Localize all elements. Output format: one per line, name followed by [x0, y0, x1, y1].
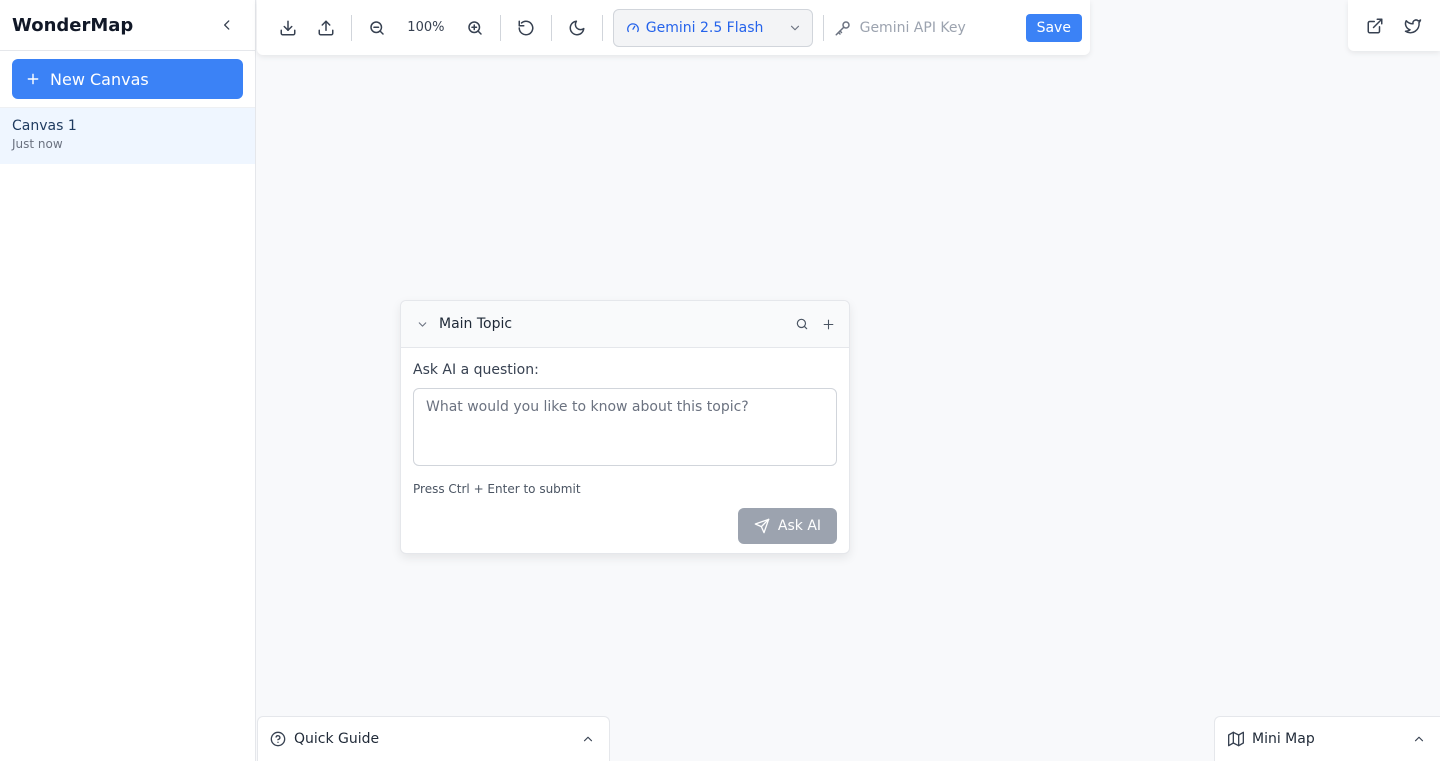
api-key-input[interactable] — [859, 12, 1020, 43]
toolbar-divider — [550, 14, 552, 41]
zoom-in-button[interactable] — [461, 14, 489, 42]
sidebar-header: WonderMap — [0, 0, 255, 51]
gauge-icon — [626, 22, 639, 32]
ask-ai-button[interactable]: Ask AI — [738, 508, 837, 544]
save-api-key-button[interactable]: Save — [1025, 13, 1082, 42]
ask-ai-label-text: Ask AI — [777, 518, 822, 534]
add-child-node-button[interactable] — [819, 315, 837, 333]
node-search-button[interactable] — [793, 315, 811, 333]
zoom-in-icon — [468, 20, 482, 35]
node-title: Main Topic — [439, 316, 513, 332]
node-header: Main Topic — [401, 301, 849, 348]
question-input[interactable] — [413, 388, 837, 466]
toolbar: 100% Gemini 2.5 Flash Save — [257, 0, 1090, 55]
upload-button[interactable] — [312, 14, 340, 42]
new-canvas-button[interactable]: New Canvas — [12, 59, 243, 99]
canvas-name: Canvas 1 — [12, 118, 77, 134]
send-icon — [754, 518, 770, 534]
submit-hint: Press Ctrl + Enter to submit — [413, 482, 581, 496]
toolbar-divider — [350, 14, 352, 41]
canvas-list-item[interactable]: Canvas 1 Just now — [0, 108, 255, 164]
chevron-down-icon — [790, 25, 799, 30]
download-button[interactable] — [274, 14, 302, 42]
zoom-level: 100% — [407, 20, 445, 35]
collapse-sidebar-button[interactable] — [217, 15, 237, 35]
new-canvas-label: New Canvas — [50, 69, 149, 89]
twitter-icon — [1404, 18, 1422, 33]
key-icon — [835, 20, 850, 35]
ask-row: Ask AI — [413, 508, 837, 544]
plus-icon — [823, 319, 833, 329]
model-name: Gemini 2.5 Flash — [645, 19, 764, 36]
reset-view-button[interactable] — [512, 14, 540, 42]
topic-node: Main Topic Ask AI a question: Press Ctrl… — [400, 300, 850, 554]
toolbar-divider — [601, 14, 603, 41]
external-link-icon — [1367, 18, 1383, 33]
sidebar: WonderMap New Canvas Canvas 1 Just now — [0, 0, 256, 761]
canvas-timestamp: Just now — [12, 137, 63, 151]
zoom-out-button[interactable] — [363, 14, 391, 42]
toolbar-divider — [499, 14, 501, 41]
open-external-button[interactable] — [1361, 12, 1389, 40]
quick-guide-panel[interactable]: Quick Guide — [257, 716, 610, 761]
quick-guide-label: Quick Guide — [294, 731, 380, 747]
chevron-up-icon — [1414, 736, 1424, 742]
help-circle-icon — [270, 731, 286, 747]
mini-map-panel[interactable]: Mini Map — [1214, 716, 1440, 761]
node-body: Ask AI a question: Press Ctrl + Enter to… — [401, 348, 849, 556]
new-canvas-container: New Canvas — [0, 51, 255, 108]
top-right-actions — [1348, 0, 1440, 51]
moon-icon — [569, 20, 585, 35]
toolbar-divider — [822, 14, 824, 41]
collapse-node-button[interactable] — [413, 315, 431, 333]
upload-icon — [318, 20, 334, 35]
zoom-out-icon — [370, 20, 384, 35]
model-select[interactable]: Gemini 2.5 Flash — [612, 8, 813, 47]
rotate-ccw-icon — [518, 20, 534, 35]
ask-ai-label: Ask AI a question: — [413, 362, 539, 378]
chevron-up-icon — [583, 736, 593, 742]
search-icon — [796, 318, 808, 330]
plus-icon — [27, 73, 39, 85]
chevron-left-icon — [224, 20, 230, 30]
map-icon — [1228, 731, 1244, 747]
app-title: WonderMap — [12, 14, 134, 36]
twitter-button[interactable] — [1399, 12, 1427, 40]
api-key-field — [834, 12, 1020, 43]
download-icon — [280, 20, 296, 35]
chevron-down-icon — [418, 321, 426, 327]
mini-map-label: Mini Map — [1252, 731, 1315, 747]
dark-mode-toggle[interactable] — [563, 14, 591, 42]
